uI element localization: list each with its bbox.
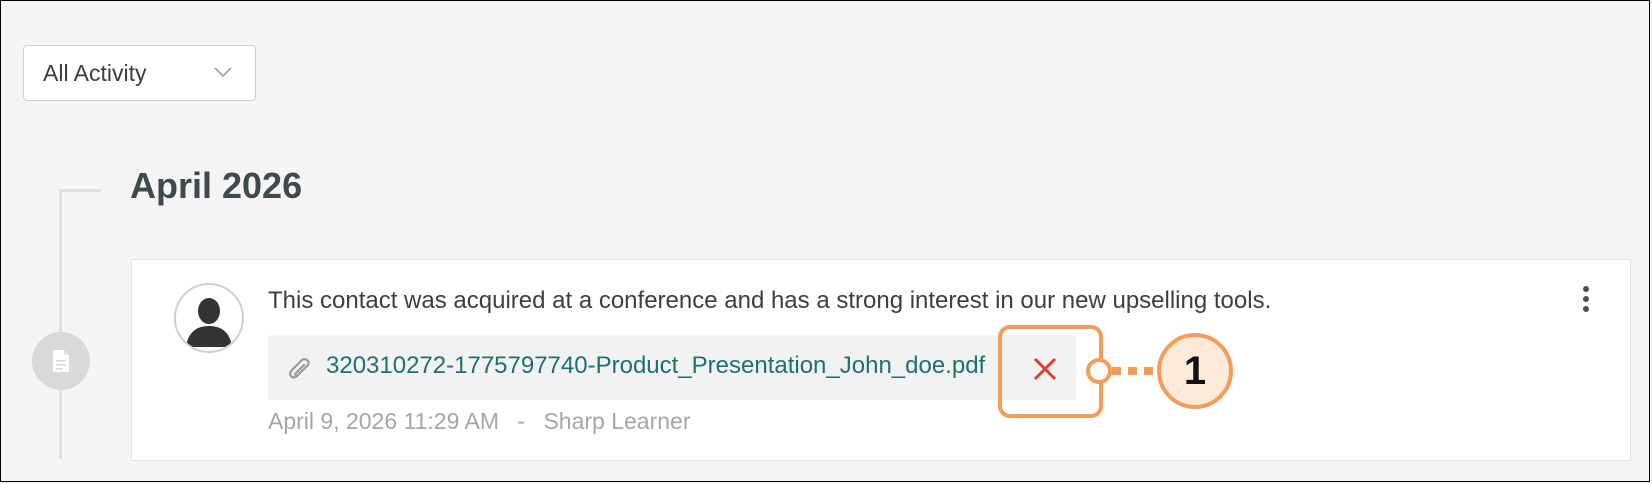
kebab-menu-icon[interactable] — [1574, 285, 1598, 315]
timeline-entry-icon — [32, 332, 90, 390]
note-body: This contact was acquired at a conferenc… — [268, 287, 1272, 314]
callout-connector — [1112, 367, 1160, 375]
callout-badge: 1 — [1157, 333, 1233, 409]
note-author: Sharp Learner — [543, 408, 691, 434]
attachment-chip: 320310272-1775797740-Product_Presentatio… — [268, 335, 1076, 400]
paperclip-icon — [289, 358, 310, 379]
note-meta: April 9, 2026 11:29 AM - Sharp Learner — [268, 408, 691, 435]
timeline-line — [59, 189, 62, 459]
timeline-connector — [59, 189, 101, 192]
chevron-down-icon — [214, 67, 232, 78]
month-heading: April 2026 — [130, 165, 303, 206]
user-silhouette-icon — [178, 287, 240, 349]
document-icon — [53, 350, 69, 372]
avatar — [174, 283, 244, 353]
callout-anchor-dot — [1086, 358, 1112, 384]
activity-filter-label: All Activity — [43, 59, 147, 86]
meta-separator: - — [517, 408, 526, 434]
note-timestamp: April 9, 2026 11:29 AM — [268, 408, 499, 434]
activity-filter-dropdown[interactable]: All Activity — [23, 45, 256, 101]
attachment-link[interactable]: 320310272-1775797740-Product_Presentatio… — [326, 352, 985, 380]
